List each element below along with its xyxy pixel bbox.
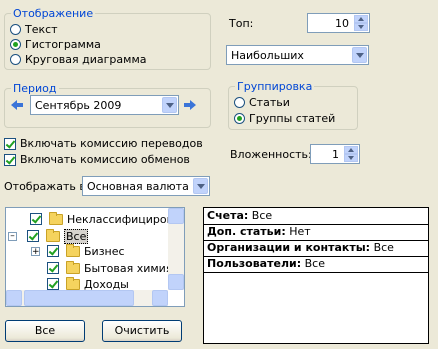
radio-article-groups-dot[interactable]	[234, 113, 245, 124]
show-in-value: Основная валюта	[87, 180, 189, 193]
display-group: Отображение Текст Гистограмма Круговая д…	[4, 7, 211, 70]
radio-articles-label: Статьи	[249, 96, 290, 109]
radio-pie-dot[interactable]	[10, 54, 21, 65]
chevron-down-icon[interactable]	[352, 47, 367, 63]
expand-plus-icon[interactable]: +	[31, 246, 40, 256]
tree-item[interactable]: Бытовая химия	[47, 260, 172, 276]
top-spin-up-icon[interactable]	[354, 15, 368, 23]
tree-item-label: Бизнес	[84, 244, 125, 258]
radio-histogram-label: Гистограмма	[25, 38, 101, 51]
tree-item[interactable]: – Все	[8, 228, 89, 244]
collapse-minus-icon[interactable]: –	[8, 231, 17, 241]
checkbox-check-icon[interactable]	[4, 137, 16, 150]
top-value: 10	[335, 17, 349, 30]
order-select[interactable]: Наибольших	[226, 45, 369, 65]
summary-row-users: Пользователи: Все	[204, 256, 428, 273]
tree-checkbox[interactable]	[47, 245, 59, 257]
radio-pie[interactable]: Круговая диаграмма	[10, 53, 146, 66]
order-value: Наибольших	[231, 49, 304, 62]
period-value: Сентябрь 2009	[35, 99, 122, 112]
tree-checkbox[interactable]	[27, 230, 39, 242]
tree-item[interactable]: Неклассифицирован	[30, 211, 184, 227]
period-select[interactable]: Сентябрь 2009	[30, 95, 179, 115]
nesting-spin-down-icon[interactable]	[344, 154, 358, 162]
radio-text-label: Текст	[25, 23, 58, 36]
tree-checkbox[interactable]	[47, 262, 59, 274]
grouping-group-title: Группировка	[235, 80, 315, 93]
tree-item-label: Доходы	[84, 277, 129, 291]
tree-item[interactable]: + Бизнес	[31, 243, 125, 259]
summary-key: Организации и контакты:	[207, 241, 371, 254]
summary-row-extra-articles: Доп. статьи: Нет	[204, 224, 428, 241]
folder-icon	[66, 243, 80, 257]
nesting-value: 1	[332, 148, 339, 161]
nesting-label: Вложенность:	[230, 148, 312, 161]
radio-articles[interactable]: Статьи	[234, 96, 290, 109]
radio-text-dot[interactable]	[10, 24, 21, 35]
radio-article-groups[interactable]: Группы статей	[234, 112, 335, 125]
tree-horizontal-scrollbar[interactable]	[6, 290, 168, 306]
summary-row-accounts: Счета: Все	[204, 208, 428, 225]
radio-pie-label: Круговая диаграмма	[25, 53, 147, 66]
grouping-group: Группировка Статьи Группы статей	[228, 80, 358, 130]
radio-text[interactable]: Текст	[10, 23, 58, 36]
scroll-thumb[interactable]	[24, 290, 134, 306]
tree-checkbox[interactable]	[30, 213, 42, 225]
nesting-spin-up-icon[interactable]	[344, 146, 358, 154]
folder-icon	[66, 260, 80, 274]
scroll-left-icon[interactable]	[6, 290, 22, 306]
include-exchange-fee-label: Включать комиссию обменов	[20, 153, 190, 166]
top-spin-down-icon[interactable]	[354, 23, 368, 31]
summary-value: Все	[251, 209, 273, 222]
include-transfer-fee-checkbox[interactable]: Включать комиссию переводов	[4, 137, 203, 150]
include-transfer-fee-label: Включать комиссию переводов	[20, 137, 203, 150]
radio-histogram[interactable]: Гистограмма	[10, 38, 101, 51]
scroll-up-icon[interactable]	[168, 208, 184, 224]
tree-item-label: Все	[64, 228, 89, 244]
next-period-arrow-icon[interactable]	[184, 100, 196, 110]
prev-period-arrow-icon[interactable]	[11, 100, 23, 110]
summary-panel: Счета: Все Доп. статьи: Нет Организации …	[203, 207, 429, 344]
radio-article-groups-label: Группы статей	[249, 112, 336, 125]
clear-button[interactable]: Очистить	[102, 320, 182, 342]
show-in-label: Отображать в:	[4, 180, 90, 193]
checkbox-check-icon[interactable]	[4, 153, 16, 166]
include-exchange-fee-checkbox[interactable]: Включать комиссию обменов	[4, 153, 190, 166]
display-group-title: Отображение	[11, 7, 96, 20]
chevron-down-icon[interactable]	[193, 178, 208, 194]
top-label: Топ:	[229, 17, 254, 30]
scroll-right-icon[interactable]	[152, 290, 168, 306]
radio-articles-dot[interactable]	[234, 97, 245, 108]
folder-icon	[66, 276, 80, 290]
summary-value: Все	[373, 241, 394, 254]
folder-icon	[46, 228, 60, 242]
summary-key: Доп. статьи:	[207, 225, 286, 238]
nesting-spinner[interactable]: 1	[310, 144, 360, 164]
summary-key: Счета:	[207, 209, 249, 222]
summary-key: Пользователи:	[207, 257, 302, 270]
summary-row-organizations: Организации и контакты: Все	[204, 240, 428, 257]
summary-value: Все	[304, 257, 325, 270]
radio-histogram-dot[interactable]	[10, 39, 21, 50]
folder-icon	[49, 211, 63, 225]
tree-item-label: Бытовая химия	[84, 261, 173, 275]
period-group-title: Период	[11, 82, 59, 95]
category-tree[interactable]: Неклассифицирован – Все + Бизнес Бытовая…	[5, 207, 185, 307]
tree-checkbox[interactable]	[47, 278, 59, 290]
show-in-select[interactable]: Основная валюта	[82, 176, 210, 196]
tree-vertical-scrollbar[interactable]	[168, 208, 184, 290]
chevron-down-icon[interactable]	[162, 97, 177, 113]
select-all-button[interactable]: Все	[5, 320, 85, 342]
summary-value: Нет	[289, 225, 311, 238]
top-spinner[interactable]: 10	[307, 13, 370, 33]
scroll-down-icon[interactable]	[168, 274, 184, 290]
